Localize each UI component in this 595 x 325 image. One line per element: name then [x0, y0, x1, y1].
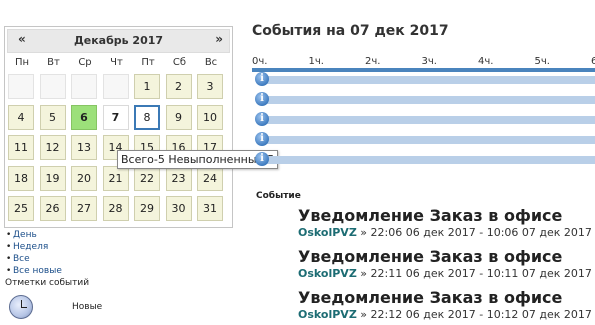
time-scale-label: 1ч. [308, 56, 324, 67]
timeline-bar[interactable] [262, 136, 595, 144]
timeline-bar[interactable] [262, 96, 595, 104]
calendar-day[interactable]: 21 [102, 165, 129, 191]
calendar-day[interactable]: 7 [102, 104, 129, 130]
event-time: » 22:06 06 дек 2017 - 10:06 07 дек 2017 [356, 226, 592, 239]
calendar-day[interactable]: 6 [71, 104, 97, 130]
weekday-label: Сб [172, 57, 187, 68]
time-scale-label: 4ч. [478, 56, 494, 67]
weekday-label: Чт [110, 57, 123, 68]
event-item[interactable]: Уведомление Заказ в офисе OskolPVZ » 22:… [298, 248, 595, 281]
weekday-label: Пт [141, 57, 155, 68]
timeline-row[interactable]: i [252, 132, 595, 146]
link-all-new[interactable]: Все новые [6, 265, 62, 277]
event-meta: OskolPVZ » 22:06 06 дек 2017 - 10:06 07 … [298, 226, 595, 239]
calendar-day[interactable]: 12 [39, 135, 66, 160]
event-name[interactable]: Уведомление Заказ в офисе [298, 207, 595, 225]
calendar-day[interactable]: 5 [39, 104, 66, 130]
events-title: События на 07 дек 2017 [252, 23, 449, 39]
timeline-bar[interactable] [262, 76, 595, 84]
weekday-label: Ср [78, 57, 92, 68]
calendar: « Декабрь 2017 » Пн Вт Ср Чт Пт Сб Вс 12345678… [4, 26, 233, 228]
event-meta: OskolPVZ » 22:11 06 дек 2017 - 10:11 07 … [298, 267, 595, 280]
calendar-header: « Декабрь 2017 » [7, 29, 230, 53]
calendar-day[interactable]: 13 [71, 135, 97, 160]
calendar-day[interactable]: 11 [8, 135, 34, 160]
event-meta: OskolPVZ » 22:12 06 дек 2017 - 10:12 07 … [298, 308, 595, 321]
calendar-day[interactable]: 31 [197, 196, 223, 221]
event-column-header: Событие [256, 191, 301, 201]
timeline-row[interactable]: i [252, 92, 595, 106]
event-user-link[interactable]: OskolPVZ [298, 226, 357, 239]
weekday-label: Вт [47, 57, 60, 68]
calendar-empty-cell [39, 74, 66, 99]
month-title: Декабрь 2017 [73, 34, 164, 47]
calendar-day[interactable]: 1 [134, 74, 160, 99]
calendar-empty-cell [102, 74, 129, 99]
info-icon[interactable]: i [255, 92, 269, 106]
event-user-link[interactable]: OskolPVZ [298, 267, 357, 280]
event-name[interactable]: Уведомление Заказ в офисе [298, 248, 595, 266]
new-mark-label: Новые [72, 302, 103, 312]
time-scale-label: 0ч. [252, 56, 268, 67]
event-item[interactable]: Уведомление Заказ в офисе OskolPVZ » 22:… [298, 207, 595, 240]
calendar-empty-cell [8, 74, 34, 99]
weekday-label: Вс [204, 57, 218, 68]
timeline-bar[interactable] [262, 116, 595, 124]
info-icon[interactable]: i [255, 152, 269, 166]
calendar-day[interactable]: 29 [134, 196, 160, 221]
link-day[interactable]: День [6, 229, 62, 241]
event-time: » 22:12 06 дек 2017 - 10:12 07 дек 2017 [356, 308, 592, 321]
calendar-day[interactable]: 8 [134, 104, 160, 130]
timeline-row[interactable]: i [252, 72, 595, 86]
event-user-link[interactable]: OskolPVZ [298, 308, 357, 321]
clock-icon [9, 295, 33, 319]
calendar-day[interactable]: 20 [71, 165, 97, 191]
calendar-day[interactable]: 4 [8, 104, 34, 130]
info-icon[interactable]: i [255, 112, 269, 126]
calendar-day[interactable]: 18 [8, 165, 34, 191]
event-time: » 22:11 06 дек 2017 - 10:11 07 дек 2017 [356, 267, 592, 280]
time-scale-label: 2ч. [365, 56, 381, 67]
time-scale-label: 6 [591, 56, 595, 67]
weekday-label: Пн [14, 57, 30, 68]
calendar-day[interactable]: 28 [102, 196, 129, 221]
timeline-row[interactable]: i [252, 112, 595, 126]
calendar-day[interactable]: 22 [134, 165, 160, 191]
calendar-day[interactable]: 30 [165, 196, 192, 221]
time-scale-label: 3ч. [421, 56, 437, 67]
info-icon[interactable]: i [255, 72, 269, 86]
event-item[interactable]: Уведомление Заказ в офисе OskolPVZ » 22:… [298, 289, 595, 322]
timeline-bar[interactable] [262, 156, 595, 164]
calendar-empty-cell [71, 74, 97, 99]
event-name[interactable]: Уведомление Заказ в офисе [298, 289, 595, 307]
calendar-day[interactable]: 23 [165, 165, 192, 191]
calendar-day[interactable]: 25 [8, 196, 34, 221]
calendar-day[interactable]: 2 [165, 74, 192, 99]
event-marks-title: Отметки событий [5, 278, 90, 288]
calendar-day[interactable]: 3 [197, 74, 223, 99]
calendar-day[interactable]: 26 [39, 196, 66, 221]
calendar-day[interactable]: 9 [165, 104, 192, 130]
timeline-row[interactable]: i [252, 152, 595, 166]
calendar-day[interactable]: 19 [39, 165, 66, 191]
calendar-day[interactable]: 24 [197, 165, 223, 191]
calendar-day[interactable]: 27 [71, 196, 97, 221]
calendar-day[interactable]: 10 [197, 104, 223, 130]
info-icon[interactable]: i [255, 132, 269, 146]
view-links: День Неделя Все Все новые [6, 229, 62, 277]
link-all[interactable]: Все [6, 253, 62, 265]
time-scale-label: 5ч. [534, 56, 550, 67]
link-week[interactable]: Неделя [6, 241, 62, 253]
next-month-button[interactable]: » [215, 32, 223, 46]
